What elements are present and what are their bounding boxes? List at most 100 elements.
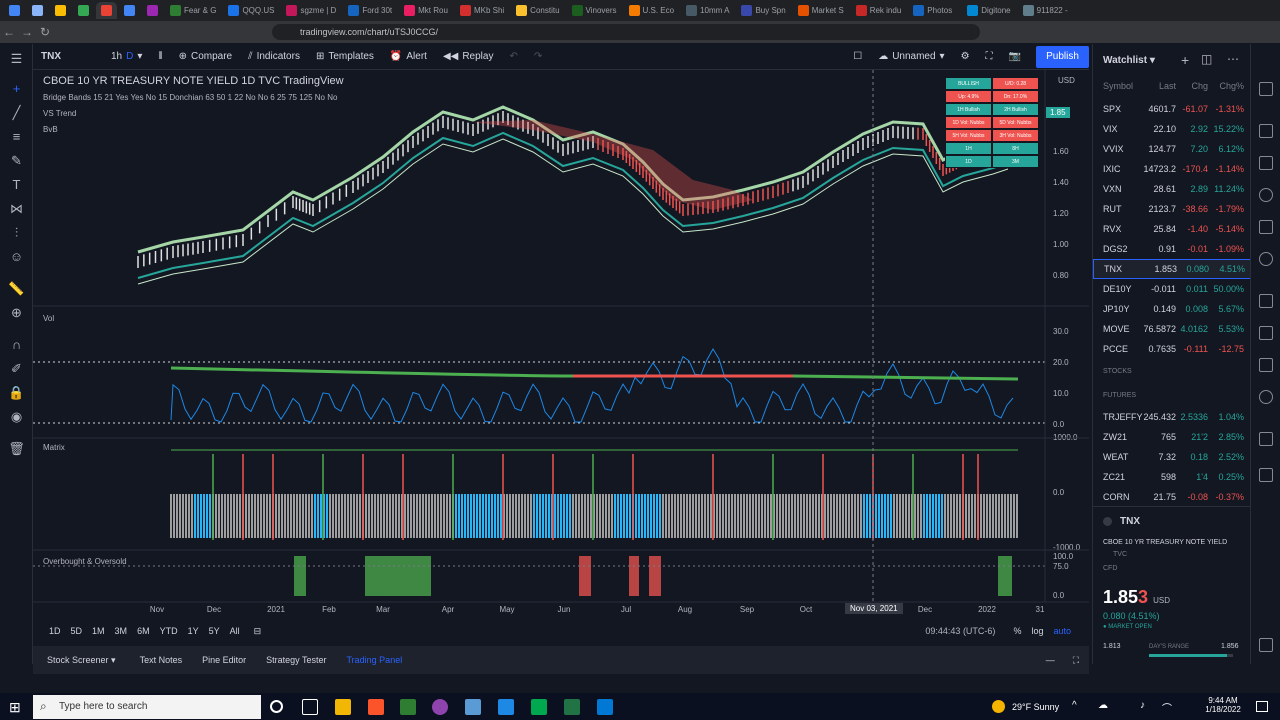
undo-button[interactable]: ↶ <box>501 44 525 70</box>
chart-app-icon[interactable] <box>531 699 547 715</box>
browser-tab[interactable]: sgzme | D <box>281 2 341 19</box>
browser-tab[interactable] <box>50 2 71 19</box>
taskbar-search[interactable]: Type here to search <box>33 695 261 719</box>
currency-label[interactable]: USD <box>1058 76 1075 85</box>
browser-tab[interactable] <box>96 2 117 19</box>
browser-tab[interactable] <box>142 2 163 19</box>
watchlist-row[interactable]: DE10Y -0.011 0.011 50.00% <box>1093 279 1251 299</box>
address-bar[interactable]: tradingview.com/chart/uTSJ0CCG/ <box>272 24 980 40</box>
browser-tab[interactable]: Market S <box>793 2 849 19</box>
browser-tab[interactable] <box>73 2 94 19</box>
matrix-pane-label[interactable]: Matrix <box>43 443 65 452</box>
watchlist-row[interactable]: DGS2 0.91 -0.01 -1.09% <box>1093 239 1251 259</box>
publish-button[interactable]: Publish <box>1036 46 1089 68</box>
watchlist-row[interactable]: TNX 1.853 0.080 4.51% <box>1093 259 1251 279</box>
tab-text-notes[interactable]: Text Notes <box>130 655 193 665</box>
panel-layout-icon[interactable]: ◫ <box>1201 52 1212 66</box>
scale-percent[interactable]: % <box>1013 626 1021 636</box>
browser-tab[interactable]: Ford 30t <box>343 2 397 19</box>
candle-style-button[interactable]: ⫴ <box>150 44 170 70</box>
back-icon[interactable]: ← <box>0 25 18 39</box>
help-icon[interactable] <box>1259 390 1273 404</box>
templates-button[interactable]: ⊞ Templates <box>308 44 382 70</box>
ideas-icon[interactable] <box>1259 252 1273 266</box>
browser-tab[interactable]: 911822 - <box>1018 2 1073 19</box>
watchlist-row[interactable]: ZW21 765 21'2 2.85% <box>1093 427 1251 447</box>
browser-tab[interactable] <box>119 2 140 19</box>
watchlist-row[interactable]: RUT 2123.7 -38.66 -1.79% <box>1093 199 1251 219</box>
watchlist-row[interactable]: VVIX 124.77 7.20 6.12% <box>1093 139 1251 159</box>
watchlist-row[interactable]: SPX 4601.7 -61.07 -1.31% <box>1093 99 1251 119</box>
volume-icon[interactable]: ♪ <box>1140 700 1145 711</box>
pattern-icon[interactable]: ⋈ <box>8 200 25 217</box>
bell-icon[interactable] <box>1259 432 1273 446</box>
trash-icon[interactable]: 🗑 <box>8 440 25 457</box>
header-chg-pct[interactable]: Chg% <box>1208 81 1244 91</box>
data-window-icon[interactable] <box>1259 156 1273 170</box>
trendline-icon[interactable]: ╱ <box>8 104 25 121</box>
range-button[interactable]: 1D <box>49 626 61 636</box>
app-icon-x[interactable] <box>498 699 514 715</box>
range-button[interactable]: 1M <box>92 626 105 636</box>
compare-button[interactable]: ⊕ Compare <box>171 44 241 70</box>
alerts-icon[interactable] <box>1259 124 1273 138</box>
lock-drawing-icon[interactable]: ✐ <box>8 360 25 377</box>
reload-icon[interactable]: ↻ <box>36 25 54 39</box>
replay-button[interactable]: ◀◀ Replay <box>435 44 502 70</box>
range-button[interactable]: YTD <box>160 626 178 636</box>
excel-icon[interactable] <box>564 699 580 715</box>
hotlists-icon[interactable] <box>1259 188 1273 202</box>
maximize-panel-icon[interactable]: ⛶ <box>1063 655 1089 666</box>
file-explorer-icon[interactable] <box>335 699 351 715</box>
chats-icon[interactable] <box>1259 326 1273 340</box>
tab-stock-screener[interactable]: Stock Screener ▾ <box>33 655 130 666</box>
watchlist-row[interactable]: MOVE 76.5872 4.0162 5.53% <box>1093 319 1251 339</box>
browser-tab[interactable]: Buy Spn <box>736 2 790 19</box>
forward-icon[interactable]: → <box>18 25 36 39</box>
watchlist-icon[interactable] <box>1259 82 1273 96</box>
study-bridge-bands[interactable]: Bridge Bands 15 21 Yes Yes No 15 Donchia… <box>43 93 337 102</box>
browser-tab[interactable]: QQQ.US <box>223 2 279 19</box>
app-icon-blue[interactable] <box>465 699 481 715</box>
chart-area[interactable]: 1.60 1.40 1.20 1.00 0.80 30.0 20.0 10.0 0.0 100… <box>33 70 1089 644</box>
watchlist-title[interactable]: Watchlist ▾ <box>1103 55 1155 66</box>
tab-trading-panel[interactable]: Trading Panel <box>337 655 413 665</box>
browser-tab[interactable]: MKb Shi <box>455 2 509 19</box>
scale-auto[interactable]: auto <box>1053 626 1071 636</box>
symbol-search[interactable]: TNX <box>33 44 103 70</box>
layout-name-button[interactable]: ☁ Unnamed ▾ <box>870 44 952 70</box>
clock[interactable]: 9:44 AM 1/18/2022 <box>1200 696 1246 714</box>
section-futures[interactable]: FUTURES <box>1103 392 1136 399</box>
header-symbol[interactable]: Symbol <box>1093 81 1133 91</box>
header-chg[interactable]: Chg <box>1176 81 1208 91</box>
fullscreen-button[interactable]: ⛶ <box>978 44 1001 70</box>
weather-text[interactable]: 29°F Sunny <box>1012 702 1059 712</box>
range-button[interactable]: All <box>230 626 240 636</box>
menu-icon[interactable]: ☰ <box>8 50 25 67</box>
browser-tab[interactable] <box>4 2 25 19</box>
cortana-icon[interactable] <box>270 700 283 713</box>
tab-pine-editor[interactable]: Pine Editor <box>192 655 256 665</box>
notifications-icon[interactable] <box>1259 358 1273 372</box>
watchlist-row[interactable]: JP10Y 0.149 0.008 5.67% <box>1093 299 1251 319</box>
redo-button[interactable]: ↷ <box>526 44 550 70</box>
watchlist-row[interactable]: CORN 21.75 -0.08 -0.37% <box>1093 487 1251 507</box>
text-icon[interactable]: T <box>8 176 25 193</box>
watchlist-row[interactable]: ZC21 598 1'4 0.25% <box>1093 467 1251 487</box>
range-button[interactable]: 5Y <box>209 626 220 636</box>
tray-chevron-icon[interactable]: ^ <box>1072 700 1077 711</box>
browser-tab[interactable]: Constitu <box>511 2 564 19</box>
watchlist-row[interactable]: VIX 22.10 2.92 15.22% <box>1093 119 1251 139</box>
range-button[interactable]: 6M <box>137 626 150 636</box>
crosshair-icon[interactable]: + <box>8 80 25 97</box>
watchlist-row[interactable]: PCCE 0.7635 -0.111 -12.75 <box>1093 339 1251 359</box>
streams-icon[interactable] <box>1259 294 1273 308</box>
vol-pane-label[interactable]: Vol <box>43 314 54 323</box>
add-symbol-icon[interactable]: + <box>1181 52 1189 68</box>
outlook-icon[interactable] <box>597 699 613 715</box>
watchlist-row[interactable]: TRJEFFY 245.432 2.5336 1.04% <box>1093 407 1251 427</box>
app-icon-green[interactable] <box>400 699 416 715</box>
watchlist-row[interactable]: RVX 25.84 -1.40 -5.14% <box>1093 219 1251 239</box>
browser-tab[interactable]: Fear & G <box>165 2 221 19</box>
scale-log[interactable]: log <box>1031 626 1043 636</box>
